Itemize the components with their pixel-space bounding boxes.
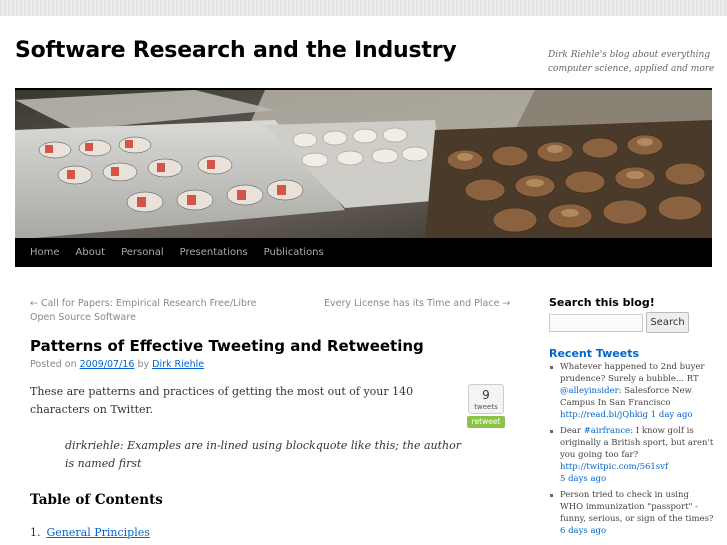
tweet-mention-link[interactable]: @alleyinsider	[560, 386, 619, 396]
post-meta: Posted on 2009/07/16 by Dirk Riehle	[30, 359, 204, 370]
menu-item-about: About	[68, 238, 114, 267]
toc-item: 1. General Principles	[30, 526, 150, 539]
menu-link-publications[interactable]: Publications	[256, 238, 332, 267]
retweet-button[interactable]: retweet	[467, 416, 505, 428]
search-widget-title: Search this blog!	[549, 296, 655, 309]
recent-tweets-list: Whatever happened to 2nd buyer prudence?…	[549, 361, 714, 541]
menu-link-presentations[interactable]: Presentations	[172, 238, 256, 267]
tweet-item: Person tried to check in using WHO immun…	[549, 489, 714, 537]
menu-item-presentations: Presentations	[172, 238, 256, 267]
header-banner-image	[15, 90, 712, 238]
tweet-count-unit: tweets	[474, 403, 498, 411]
tweet-item: Dear #airfrance: I know golf is original…	[549, 425, 714, 485]
tweet-time-link[interactable]: 5 days ago	[560, 474, 606, 484]
tweet-url-link[interactable]: http://read.bi/jQhkig	[560, 410, 648, 420]
post-intro: These are patterns and practices of gett…	[30, 385, 414, 416]
previous-post-link[interactable]: ← Call for Papers: Empirical Research Fr…	[30, 297, 270, 325]
menu-item-home: Home	[22, 238, 68, 267]
by-label: by	[137, 359, 150, 370]
tweet-time-link[interactable]: 1 day ago	[651, 410, 693, 420]
search-input[interactable]	[549, 314, 643, 332]
tweetmeme-counter[interactable]: 9 tweets	[468, 384, 504, 414]
top-background-strip	[0, 0, 727, 16]
menu-link-about[interactable]: About	[68, 238, 114, 267]
main-navigation: Home About Personal Presentations Public…	[15, 238, 712, 267]
site-description: Dirk Riehle's blog about everything comp…	[548, 50, 715, 74]
toc-list: 1. General Principles	[30, 526, 150, 539]
example-blockquote: dirkriehle: Examples are in-lined using …	[65, 439, 461, 470]
toc-item-number: 1.	[30, 526, 41, 539]
posted-on-label: Posted on	[30, 359, 77, 370]
toc-heading: Table of Contents	[30, 492, 163, 508]
tweet-text: Person tried to check in using WHO immun…	[560, 490, 714, 524]
next-post-link[interactable]: Every License has its Time and Place →	[324, 297, 510, 311]
page-wrapper: Software Research and the Industry Dirk …	[0, 16, 727, 545]
tweet-count: 9	[482, 388, 490, 402]
tweet-text: Dear	[560, 426, 584, 436]
tweet-time-link[interactable]: 6 days ago	[560, 526, 606, 536]
post-date-link[interactable]: 2009/07/16	[80, 359, 135, 370]
tweet-url-link[interactable]: http://twitpic.com/561svf	[560, 462, 668, 472]
post-title[interactable]: Patterns of Effective Tweeting and Retwe…	[30, 337, 424, 355]
main-menu: Home About Personal Presentations Public…	[15, 238, 712, 267]
tweet-text: Whatever happened to 2nd buyer prudence?…	[560, 362, 705, 384]
menu-link-personal[interactable]: Personal	[113, 238, 172, 267]
menu-item-personal: Personal	[113, 238, 172, 267]
menu-link-home[interactable]: Home	[22, 238, 68, 267]
recent-tweets-title[interactable]: Recent Tweets	[549, 347, 639, 360]
menu-item-publications: Publications	[256, 238, 332, 267]
post-author-link[interactable]: Dirk Riehle	[152, 359, 204, 370]
tweet-item: Whatever happened to 2nd buyer prudence?…	[549, 361, 714, 421]
toc-link-general-principles[interactable]: General Principles	[47, 526, 150, 539]
site-title[interactable]: Software Research and the Industry	[15, 38, 457, 63]
tweet-hashtag-link[interactable]: #airfrance	[584, 426, 631, 436]
search-button[interactable]: Search	[646, 312, 689, 333]
